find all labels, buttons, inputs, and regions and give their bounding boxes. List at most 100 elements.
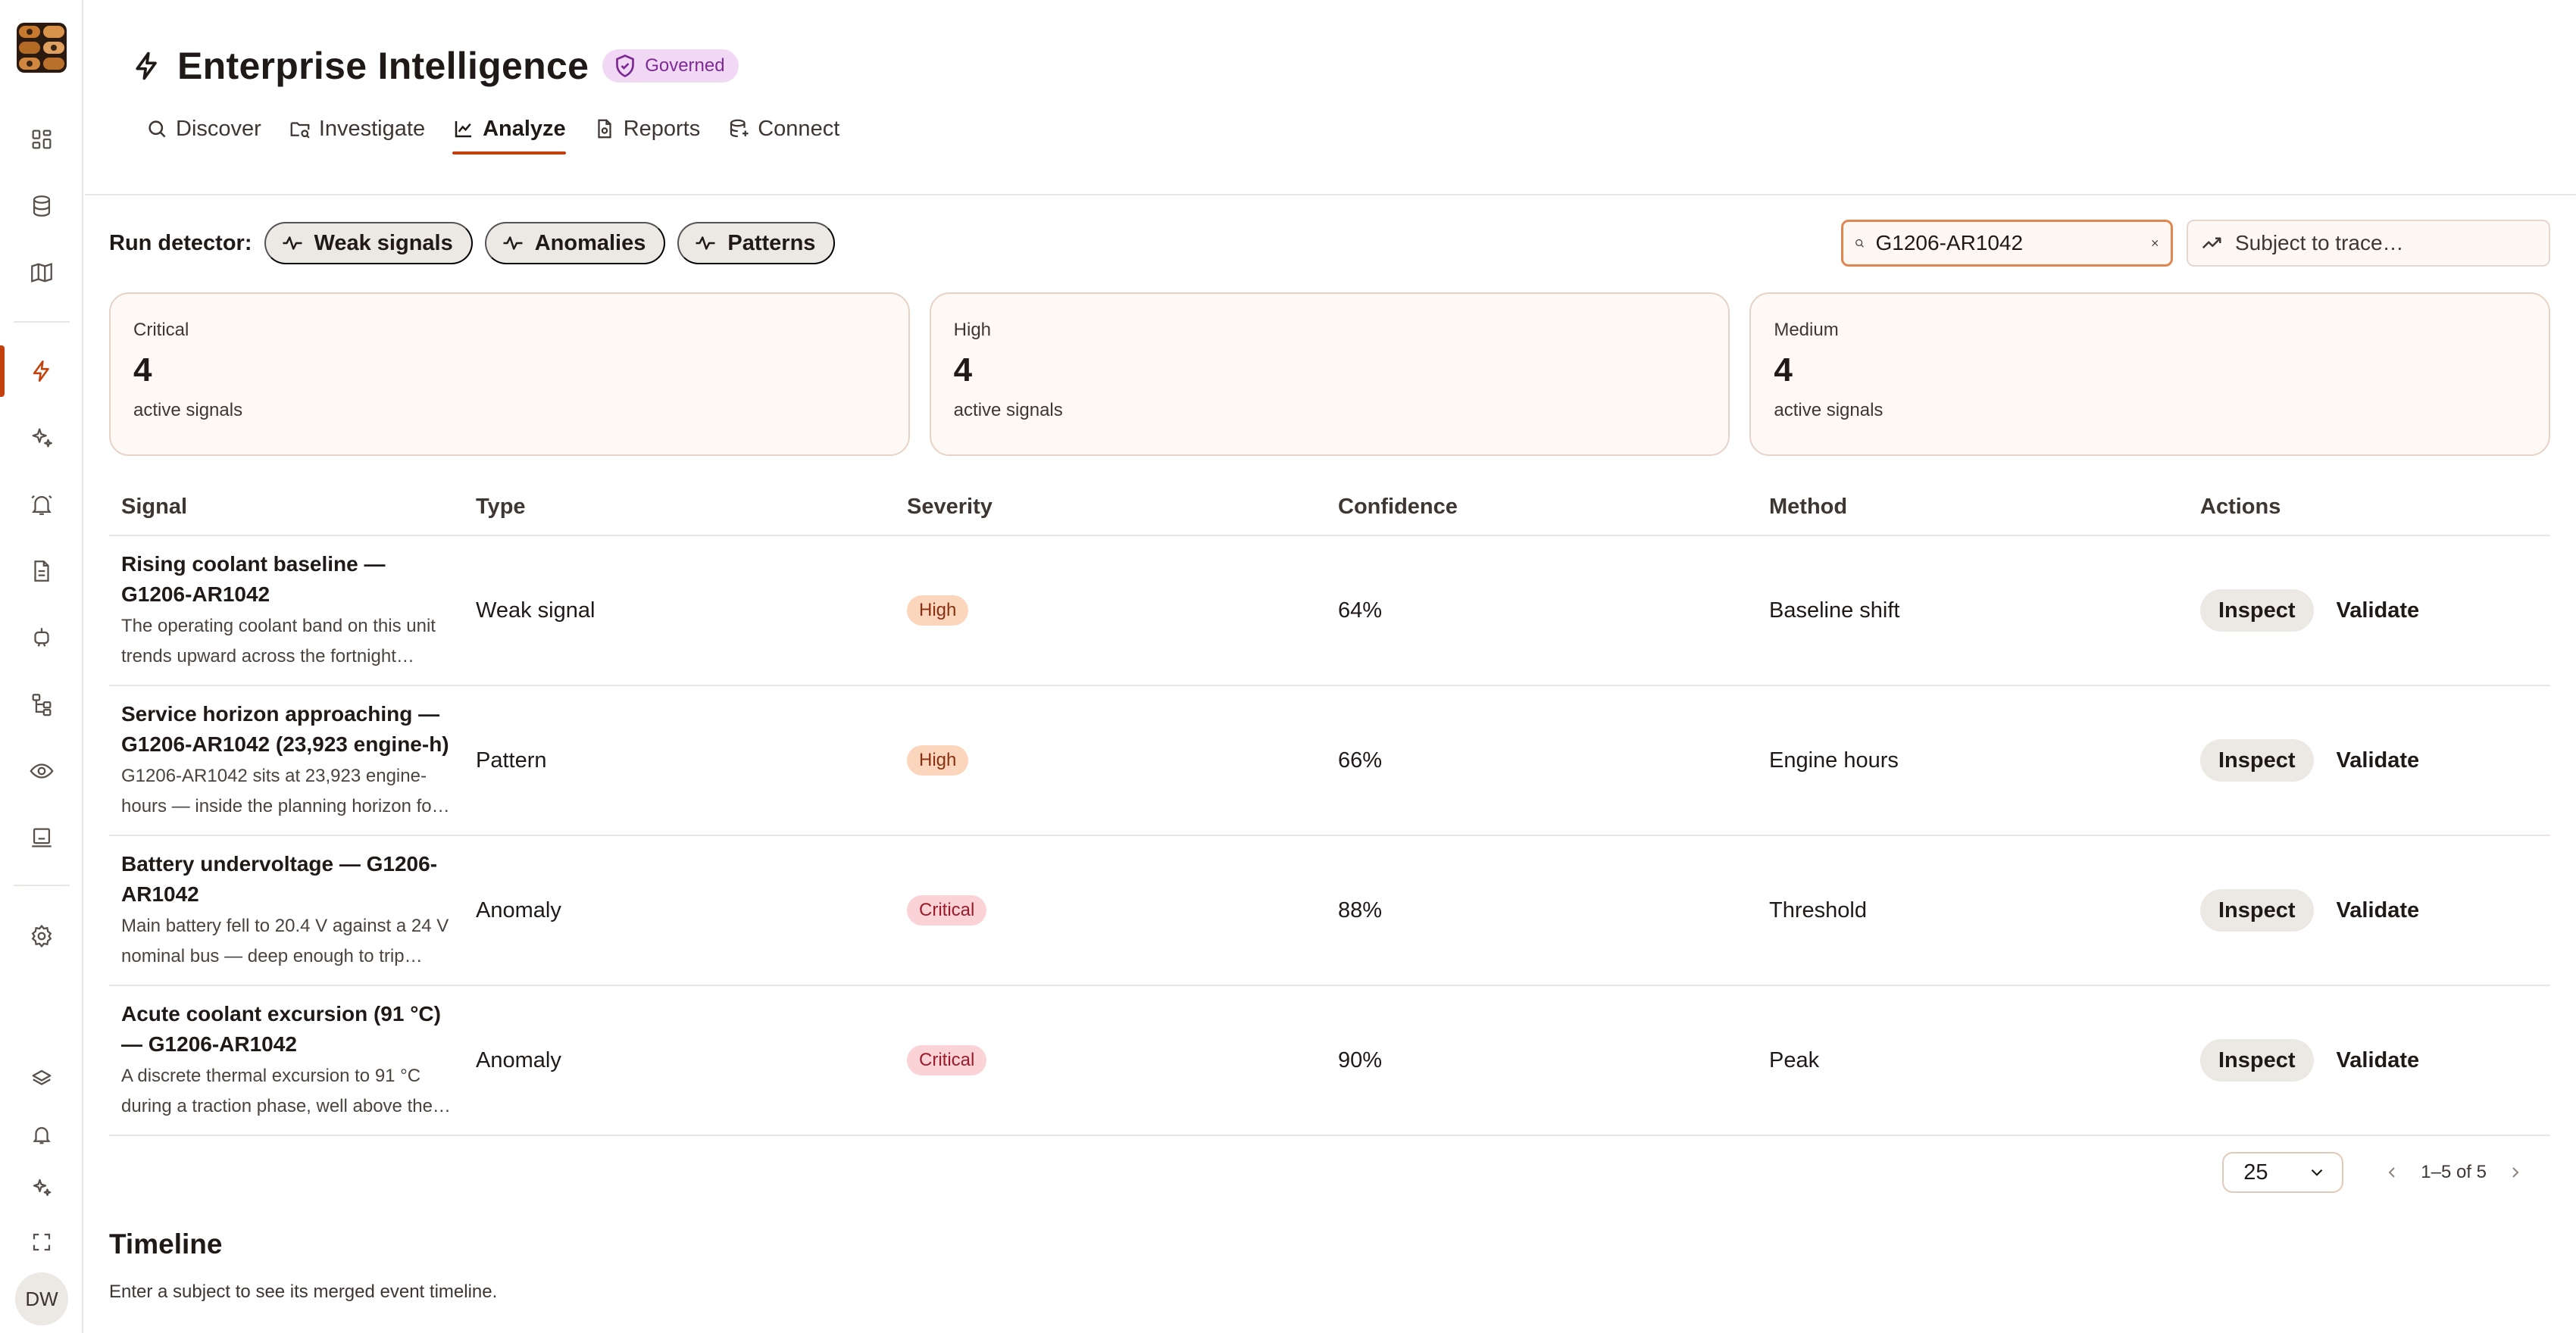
sidebar-item-workflows[interactable]: [0, 674, 83, 735]
sidebar-item-map[interactable]: [0, 242, 83, 303]
page-size-value: 25: [2243, 1160, 2268, 1185]
search-icon: [1855, 239, 1864, 248]
signals-table: Signal Type Severity Confidence Method A…: [109, 479, 2550, 1136]
sidebar-item-fullscreen[interactable]: [0, 1212, 83, 1272]
chip-label: Weak signals: [314, 230, 453, 255]
patterns-button[interactable]: Patterns: [677, 222, 836, 264]
dashboard-icon: [32, 130, 52, 149]
validate-button[interactable]: Validate: [2323, 1039, 2434, 1082]
signal-description: The operating coolant band on this unit …: [121, 616, 436, 666]
validate-button[interactable]: Validate: [2323, 739, 2434, 782]
tab-reports[interactable]: Reports: [593, 106, 701, 151]
lightning-icon: [33, 360, 49, 382]
chip-label: Anomalies: [534, 230, 646, 255]
card-sub: active signals: [953, 400, 1063, 420]
bell-icon: [31, 495, 52, 515]
column-header-signal[interactable]: Signal: [109, 495, 476, 520]
severity-badge: High: [907, 745, 969, 776]
table-row[interactable]: Acute coolant excursion (91 °C) — G1206-…: [109, 986, 2550, 1136]
type-cell: Weak signal: [476, 598, 596, 623]
hierarchy-icon: [32, 694, 52, 716]
inspect-button[interactable]: Inspect: [2200, 1039, 2314, 1082]
settings-icon: [31, 924, 52, 948]
sidebar-item-layers[interactable]: [0, 1048, 83, 1109]
sidebar-item-dashboard[interactable]: [0, 109, 83, 170]
column-header-type[interactable]: Type: [476, 495, 907, 520]
sidebar-item-notifications[interactable]: [0, 1104, 83, 1165]
signal-description: G1206-AR1042 sits at 23,923 engine-hours…: [121, 766, 450, 816]
tab-analyze[interactable]: Analyze: [452, 106, 566, 155]
actions-cell: Inspect Validate: [2200, 739, 2550, 782]
column-header-confidence[interactable]: Confidence: [1338, 495, 1769, 520]
severity-cell: Critical: [907, 1045, 1338, 1075]
close-icon[interactable]: [2149, 232, 2161, 254]
type-cell: Pattern: [476, 748, 547, 773]
weak-signals-button[interactable]: Weak signals: [264, 222, 473, 264]
sidebar-item-documents[interactable]: [0, 541, 83, 601]
actions-cell: Inspect Validate: [2200, 889, 2550, 932]
inspect-button[interactable]: Inspect: [2200, 889, 2314, 932]
actions-cell: Inspect Validate: [2200, 589, 2550, 632]
notification-icon: [33, 1127, 51, 1144]
search-field: [1841, 220, 2173, 267]
shield-icon: [616, 55, 635, 77]
sidebar-item-console[interactable]: [0, 807, 83, 868]
severity-badge: Critical: [907, 1045, 987, 1075]
assistant-icon: [33, 1178, 52, 1197]
validate-button[interactable]: Validate: [2323, 889, 2434, 932]
governed-badge-label: Governed: [645, 55, 725, 76]
table-row[interactable]: Battery undervoltage — G1206-AR1042 Main…: [109, 836, 2550, 986]
sidebar-item-alerts[interactable]: [0, 474, 83, 535]
anomalies-button[interactable]: Anomalies: [484, 222, 666, 264]
validate-button[interactable]: Validate: [2323, 589, 2434, 632]
column-header-severity[interactable]: Severity: [907, 495, 1338, 520]
signal-description: A discrete thermal excursion to 91 °C du…: [121, 1066, 451, 1116]
tab-discover[interactable]: Discover: [145, 106, 261, 151]
signal-cell: Battery undervoltage — G1206-AR1042 Main…: [109, 849, 476, 972]
previous-page-button[interactable]: [2377, 1157, 2407, 1188]
severity-summary: Critical 4 active signals High 4 active …: [109, 292, 2551, 456]
tab-label: Connect: [758, 116, 840, 141]
app-logo[interactable]: [17, 23, 67, 73]
lightning-icon: [136, 52, 157, 80]
sidebar-item-settings[interactable]: [0, 906, 83, 966]
table-row[interactable]: Service horizon approaching — G1206-AR10…: [109, 686, 2550, 836]
sidebar-item-insights[interactable]: [0, 407, 83, 468]
governed-badge: Governed: [602, 49, 739, 83]
tab-label: Analyze: [483, 116, 566, 141]
trace-subject-input[interactable]: [2235, 231, 2537, 255]
folder-search-icon: [290, 122, 310, 139]
pulse-icon: [503, 236, 523, 250]
critical-card: Critical 4 active signals: [109, 292, 910, 456]
table-row[interactable]: Rising coolant baseline — G1206-AR1042 T…: [109, 536, 2550, 686]
search-input[interactable]: [1875, 231, 2149, 255]
type-cell: Anomaly: [476, 1047, 561, 1072]
chip-label: Patterns: [727, 230, 816, 255]
tab-label: Reports: [623, 116, 701, 141]
sidebar-item-assistant[interactable]: [0, 1157, 83, 1218]
tab-label: Discover: [176, 116, 261, 141]
method-cell: Peak: [1769, 1047, 1820, 1072]
sidebar: DW: [0, 0, 83, 1333]
database-icon: [33, 195, 51, 217]
card-label: Medium: [1774, 320, 1839, 340]
tab-connect[interactable]: Connect: [727, 106, 839, 151]
sidebar-item-signals[interactable]: [0, 341, 83, 401]
layers-icon: [32, 1069, 52, 1085]
sidebar-item-watch[interactable]: [0, 741, 83, 801]
confidence-cell: 88%: [1338, 898, 1383, 922]
sidebar-item-data[interactable]: [0, 176, 83, 236]
column-header-method[interactable]: Method: [1769, 495, 2200, 520]
monitor-icon: [32, 828, 52, 848]
tab-investigate[interactable]: Investigate: [289, 106, 425, 151]
confidence-cell: 66%: [1338, 748, 1383, 773]
signal-title: Battery undervoltage — G1206-AR1042: [121, 852, 438, 906]
table-header: Signal Type Severity Confidence Method A…: [109, 479, 2550, 536]
sidebar-item-agents[interactable]: [0, 607, 83, 668]
page-size-select[interactable]: 25: [2222, 1152, 2344, 1193]
inspect-button[interactable]: Inspect: [2200, 739, 2314, 782]
user-avatar[interactable]: DW: [15, 1272, 68, 1325]
actions-cell: Inspect Validate: [2200, 1039, 2550, 1082]
inspect-button[interactable]: Inspect: [2200, 589, 2314, 632]
next-page-button[interactable]: [2500, 1157, 2531, 1188]
